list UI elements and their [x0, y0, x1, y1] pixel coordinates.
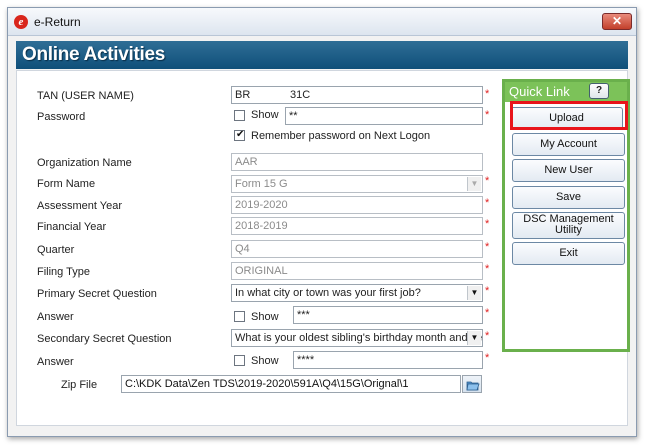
- show-password-label: Show: [251, 109, 279, 121]
- folder-open-icon: [466, 381, 480, 391]
- form-panel: TAN (USER NAME) BR 31C * Password Show *…: [16, 70, 630, 426]
- required-mark: *: [485, 241, 490, 253]
- answer-1-label: Answer: [37, 311, 74, 323]
- required-mark: *: [485, 285, 490, 297]
- quarter-input[interactable]: Q4: [231, 240, 483, 258]
- required-mark: *: [485, 307, 490, 319]
- required-mark: *: [485, 88, 490, 100]
- tan-label: TAN (USER NAME): [37, 90, 134, 102]
- password-input[interactable]: **: [285, 107, 483, 125]
- quarter-label: Quarter: [37, 244, 75, 256]
- form-name-select[interactable]: Form 15 G ▼: [231, 175, 483, 193]
- zip-file-input[interactable]: C:\KDK Data\Zen TDS\2019-2020\591A\Q4\15…: [121, 375, 461, 393]
- remember-password-checkbox[interactable]: [234, 129, 245, 141]
- show-answer-1-checkbox[interactable]: [234, 311, 245, 322]
- show-answer-1-label: Show: [251, 311, 279, 323]
- page-title: Online Activities: [22, 44, 166, 65]
- answer-1-input[interactable]: ***: [293, 306, 483, 324]
- organization-label: Organization Name: [37, 157, 132, 169]
- financial-year-label: Financial Year: [37, 221, 107, 233]
- page-banner: Online Activities: [16, 41, 628, 69]
- required-mark: *: [485, 263, 490, 275]
- filing-type-input[interactable]: ORIGINAL: [231, 262, 483, 280]
- required-mark: *: [485, 197, 490, 209]
- primary-question-value: In what city or town was your first job?: [235, 287, 421, 299]
- primary-question-select[interactable]: In what city or town was your first job?…: [231, 284, 483, 302]
- secondary-question-label: Secondary Secret Question: [37, 333, 172, 345]
- required-mark: *: [485, 352, 490, 364]
- answer-2-input[interactable]: ****: [293, 351, 483, 369]
- close-button[interactable]: ✕: [602, 13, 632, 30]
- window-title: e-Return: [34, 15, 81, 29]
- dropdown-arrow-icon: ▼: [467, 286, 481, 300]
- title-bar: e e-Return ✕: [8, 8, 636, 36]
- help-button[interactable]: ?: [589, 83, 609, 99]
- close-icon: ✕: [611, 14, 623, 28]
- password-label: Password: [37, 111, 86, 123]
- quick-link-panel: Quick Link ? Upload My Account New User …: [502, 79, 630, 352]
- form-name-label: Form Name: [37, 178, 96, 190]
- exit-button[interactable]: Exit: [512, 242, 625, 265]
- required-mark: *: [485, 330, 490, 342]
- zip-file-label: Zip File: [61, 379, 98, 391]
- my-account-button[interactable]: My Account: [512, 133, 625, 156]
- primary-question-label: Primary Secret Question: [37, 288, 157, 300]
- dsc-management-utility-button[interactable]: DSC Management Utility: [512, 212, 625, 239]
- secondary-question-value: What is your oldest sibling's birthday m…: [235, 332, 483, 344]
- required-mark: *: [485, 218, 490, 230]
- save-button[interactable]: Save: [512, 186, 625, 209]
- show-password-checkbox[interactable]: [234, 110, 245, 121]
- show-answer-2-checkbox[interactable]: [234, 355, 245, 366]
- e-return-window: e e-Return ✕ Online Activities TAN (USER…: [7, 7, 637, 437]
- secondary-question-select[interactable]: What is your oldest sibling's birthday m…: [231, 329, 483, 347]
- assessment-year-label: Assessment Year: [37, 200, 122, 212]
- answer-2-label: Answer: [37, 356, 74, 368]
- required-mark: *: [485, 175, 490, 187]
- new-user-button[interactable]: New User: [512, 159, 625, 182]
- app-logo-icon: e: [14, 15, 28, 29]
- remember-password-label: Remember password on Next Logon: [251, 130, 431, 142]
- filing-type-label: Filing Type: [37, 266, 90, 278]
- dropdown-arrow-icon: ▼: [467, 331, 481, 345]
- quick-link-title: Quick Link: [509, 84, 570, 99]
- organization-input[interactable]: AAR: [231, 153, 483, 171]
- browse-button[interactable]: [462, 375, 482, 393]
- assessment-year-input[interactable]: 2019-2020: [231, 196, 483, 214]
- form-name-value: Form 15 G: [235, 178, 288, 190]
- quick-link-header: Quick Link ?: [505, 82, 627, 102]
- dropdown-arrow-icon: ▼: [467, 177, 481, 191]
- tan-input[interactable]: BR 31C: [231, 86, 483, 104]
- financial-year-input[interactable]: 2018-2019: [231, 217, 483, 235]
- required-mark: *: [485, 109, 490, 121]
- upload-highlight-box: [510, 101, 628, 130]
- show-answer-2-label: Show: [251, 355, 279, 367]
